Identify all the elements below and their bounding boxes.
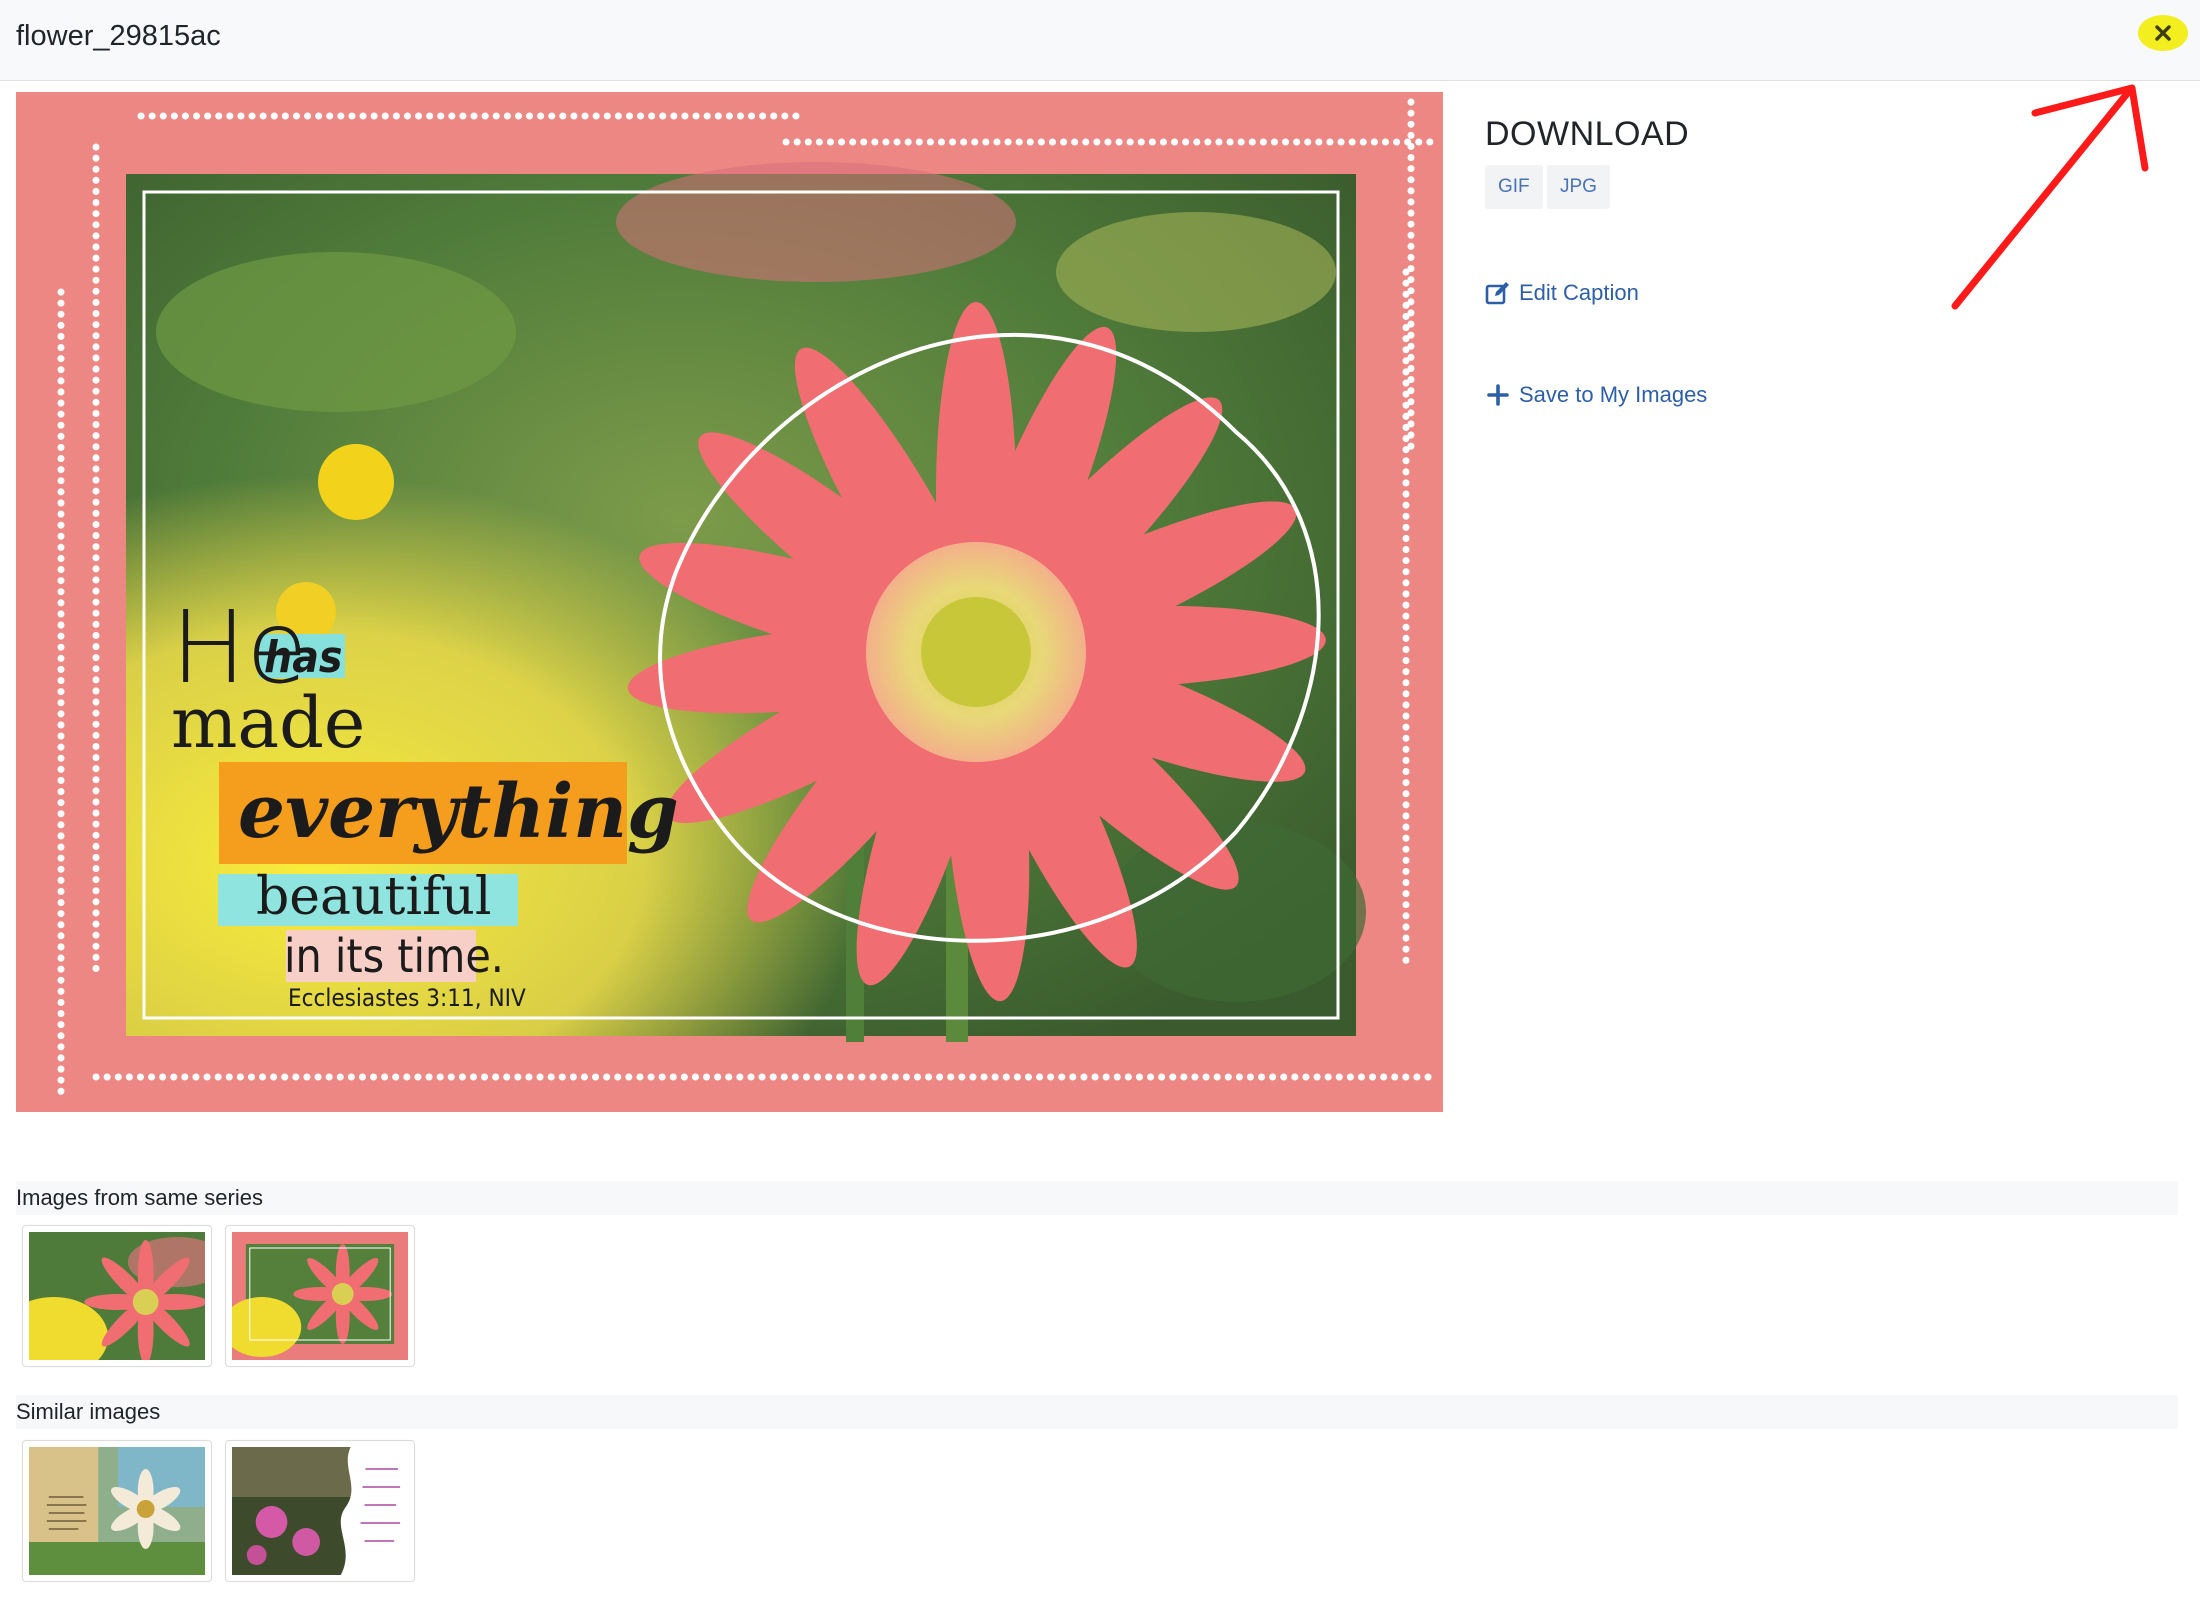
similar-thumbnail[interactable]	[22, 1440, 212, 1582]
save-to-my-images-label: Save to My Images	[1519, 382, 1708, 407]
quote-everything: everything	[238, 769, 679, 855]
annotation-arrow-icon	[1951, 84, 2149, 310]
modal-header: flower_29815ac	[0, 0, 2200, 81]
quote-in-its-time: in its time.	[284, 929, 504, 983]
series-thumbnail-image	[232, 1232, 408, 1360]
quote-has: has	[264, 632, 342, 683]
similar-section-title: Similar images	[16, 1399, 161, 1424]
quote-reference: Ecclesiastes 3:11, NIV	[288, 984, 526, 1012]
series-thumbnail-image	[29, 1232, 205, 1360]
similar-thumbnail-image	[29, 1447, 205, 1575]
series-thumbnail[interactable]	[22, 1225, 212, 1367]
flower-card-artwork: He has made everything beautiful in its …	[16, 92, 1443, 1112]
similar-thumbnail[interactable]	[225, 1440, 415, 1582]
series-thumbnail[interactable]	[225, 1225, 415, 1367]
download-gif-button[interactable]: GIF	[1485, 165, 1543, 209]
quote-made: made	[171, 682, 365, 764]
quote-beautiful: beautiful	[256, 867, 491, 927]
close-button[interactable]	[2138, 15, 2188, 51]
save-to-my-images-link[interactable]: Save to My Images	[1485, 382, 1707, 408]
edit-icon	[1485, 282, 1509, 305]
similar-thumbnail-image	[232, 1447, 408, 1575]
download-title: DOWNLOAD	[1485, 115, 1690, 153]
series-section-title: Images from same series	[16, 1185, 263, 1210]
image-title: flower_29815ac	[16, 20, 221, 52]
download-jpg-button[interactable]: JPG	[1547, 165, 1610, 209]
main-image: He has made everything beautiful in its …	[16, 92, 1443, 1112]
close-icon	[2155, 25, 2171, 41]
similar-section-header: Similar images	[16, 1395, 2178, 1429]
edit-caption-label: Edit Caption	[1519, 280, 1639, 305]
series-section-header: Images from same series	[16, 1181, 2178, 1215]
plus-icon	[1487, 384, 1509, 406]
edit-caption-link[interactable]: Edit Caption	[1485, 280, 1639, 306]
